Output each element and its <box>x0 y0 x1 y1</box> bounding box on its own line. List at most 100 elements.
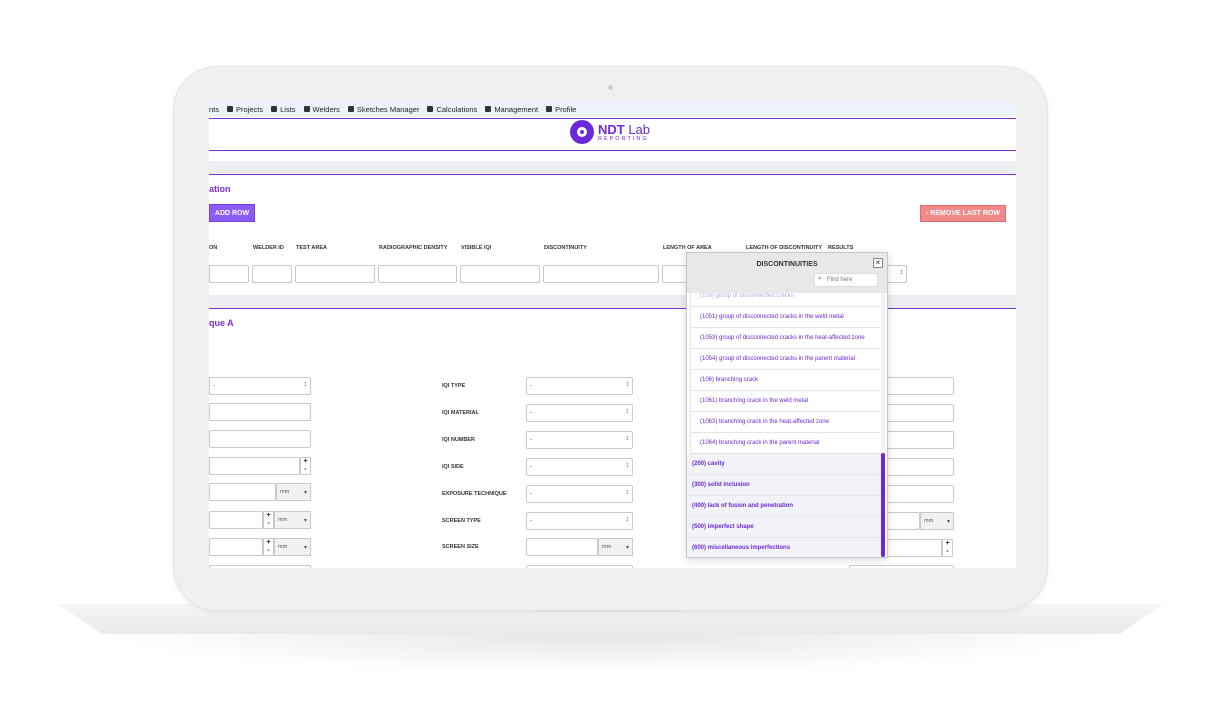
list-item[interactable]: (1054) group of disconnected cracks in t… <box>690 349 880 370</box>
popup-scrollbar-thumb[interactable] <box>881 453 885 557</box>
section-separator <box>209 161 1016 174</box>
briefcase-icon <box>227 106 234 112</box>
nav-item-sketches[interactable]: Sketches Manager <box>347 105 419 114</box>
list-item[interactable]: (1061) branching crack in the weld metal <box>690 391 880 412</box>
number-stepper[interactable]: + - <box>263 538 274 556</box>
close-icon[interactable]: × <box>873 258 883 268</box>
discontinuities-list: (105) group of disconnected cracks (1051… <box>687 293 887 557</box>
decrement-button[interactable]: - <box>264 520 273 528</box>
unit-value: mm <box>924 518 934 524</box>
top-navigation: nts Projects Lists Welders Sketches Mana… <box>209 101 1016 117</box>
app-screen: nts Projects Lists Welders Sketches Mana… <box>209 101 1016 568</box>
select-value: - <box>530 410 532 416</box>
discontinuity-input[interactable] <box>543 265 659 283</box>
number-stepper[interactable]: + - <box>263 511 274 529</box>
camera-dot <box>608 85 613 90</box>
profile-icon <box>546 106 553 112</box>
list-item[interactable]: (1051) group of disconnected cracks in t… <box>690 307 880 328</box>
iqi-number-select[interactable]: - <box>526 431 633 449</box>
unit-select[interactable]: mm <box>274 538 311 556</box>
right-input[interactable] <box>885 431 954 449</box>
decrement-button[interactable]: - <box>943 548 952 556</box>
welder-id-input[interactable] <box>252 265 292 283</box>
nav-item-lists[interactable]: Lists <box>271 105 296 114</box>
screen-type-select[interactable]: - <box>526 512 633 530</box>
right-measure-input[interactable] <box>885 512 920 530</box>
list-item[interactable]: (106) branching crack <box>690 370 880 391</box>
select-value: - <box>213 383 215 389</box>
middle-input[interactable] <box>526 565 633 568</box>
list-item[interactable]: (105) group of disconnected cracks <box>690 293 880 307</box>
left-input[interactable] <box>209 430 311 448</box>
exposure-technique-select[interactable]: - <box>526 485 633 503</box>
unit-select[interactable]: mm <box>274 511 311 529</box>
list-item[interactable]: (1063) branching crack in the heat-affec… <box>690 412 880 433</box>
decrement-button[interactable]: - <box>264 547 273 555</box>
nav-item-profile[interactable]: Profile <box>546 105 576 114</box>
left-input[interactable] <box>209 403 311 421</box>
nav-item-welders[interactable]: Welders <box>303 105 340 114</box>
list-item[interactable]: (1064) branching crack in the parent mat… <box>690 433 880 454</box>
category-item[interactable]: (200) cavity <box>687 454 881 475</box>
iqi-material-select[interactable]: - <box>526 404 633 422</box>
radiographic-density-input[interactable] <box>378 265 457 283</box>
logo-title-bold: NDT <box>598 121 625 137</box>
nav-item-projects[interactable]: Projects <box>227 105 263 114</box>
number-stepper[interactable]: + - <box>300 457 311 475</box>
iqi-type-select[interactable]: - <box>526 377 633 395</box>
popup-title: DISCONTINUITIES <box>756 261 818 268</box>
right-input[interactable] <box>885 404 954 422</box>
row-input[interactable] <box>209 265 249 283</box>
logo-subtitle: REPORTING <box>598 135 649 142</box>
unit-select[interactable]: mm <box>598 538 633 556</box>
nav-item-management[interactable]: Management <box>485 105 538 114</box>
right-input[interactable] <box>885 485 954 503</box>
iqi-side-select[interactable]: - <box>526 458 633 476</box>
left-measure-input[interactable] <box>209 483 276 501</box>
laptop-shadow <box>100 634 1110 674</box>
select-value: - <box>530 491 532 497</box>
category-item[interactable]: (400) lack of fusion and penetration <box>687 496 881 517</box>
category-item[interactable]: (300) solid inclusion <box>687 475 881 496</box>
increment-button[interactable]: + <box>264 539 273 547</box>
gear-logo-icon <box>570 120 594 144</box>
field-label-iqi-number: IQI NUMBER <box>442 437 475 443</box>
column-header: RESULTS <box>828 245 854 251</box>
number-stepper[interactable]: + - <box>942 539 953 557</box>
nav-item-documents[interactable]: nts <box>209 105 219 114</box>
unit-select[interactable]: mm <box>276 483 311 501</box>
right-input[interactable] <box>885 458 954 476</box>
increment-button[interactable]: + <box>264 512 273 520</box>
divider <box>209 150 1016 151</box>
field-label-iqi-side: IQI SIDE <box>442 464 464 470</box>
right-number-input[interactable] <box>885 539 942 557</box>
search-input[interactable]: Find here <box>814 273 878 287</box>
nav-item-calculations[interactable]: Calculations <box>427 105 477 114</box>
category-item[interactable]: (500) imperfect shape <box>687 517 881 538</box>
right-input[interactable] <box>885 377 954 395</box>
results-select[interactable] <box>887 265 907 283</box>
right-input[interactable] <box>849 565 954 568</box>
add-row-button[interactable]: ADD ROW <box>209 204 255 222</box>
app-logo[interactable]: NDT Lab REPORTING <box>570 120 650 144</box>
increment-button[interactable]: + <box>301 458 310 466</box>
unit-select[interactable]: mm <box>920 512 954 530</box>
list-item[interactable]: (1053) group of disconnected cracks in t… <box>690 328 880 349</box>
unit-value: mm <box>280 489 290 495</box>
left-input[interactable] <box>209 565 311 568</box>
column-header: LENGTH OF DISCONTINUITY <box>746 245 823 251</box>
left-select[interactable]: - <box>209 377 311 395</box>
left-measure-input[interactable] <box>209 511 263 529</box>
left-number-input[interactable] <box>209 457 300 475</box>
left-measure-input[interactable] <box>209 538 263 556</box>
decrement-button[interactable]: - <box>301 466 310 474</box>
increment-button[interactable]: + <box>943 540 952 548</box>
visible-iqi-input[interactable] <box>460 265 540 283</box>
calculator-icon <box>427 106 434 112</box>
select-value: - <box>530 518 532 524</box>
logo-text: NDT Lab REPORTING <box>598 123 650 142</box>
test-area-input[interactable] <box>295 265 375 283</box>
remove-last-row-button[interactable]: - REMOVE LAST ROW <box>920 205 1006 222</box>
category-item[interactable]: (600) miscellaneous imperfections <box>687 538 881 557</box>
screen-size-input[interactable] <box>526 538 598 556</box>
